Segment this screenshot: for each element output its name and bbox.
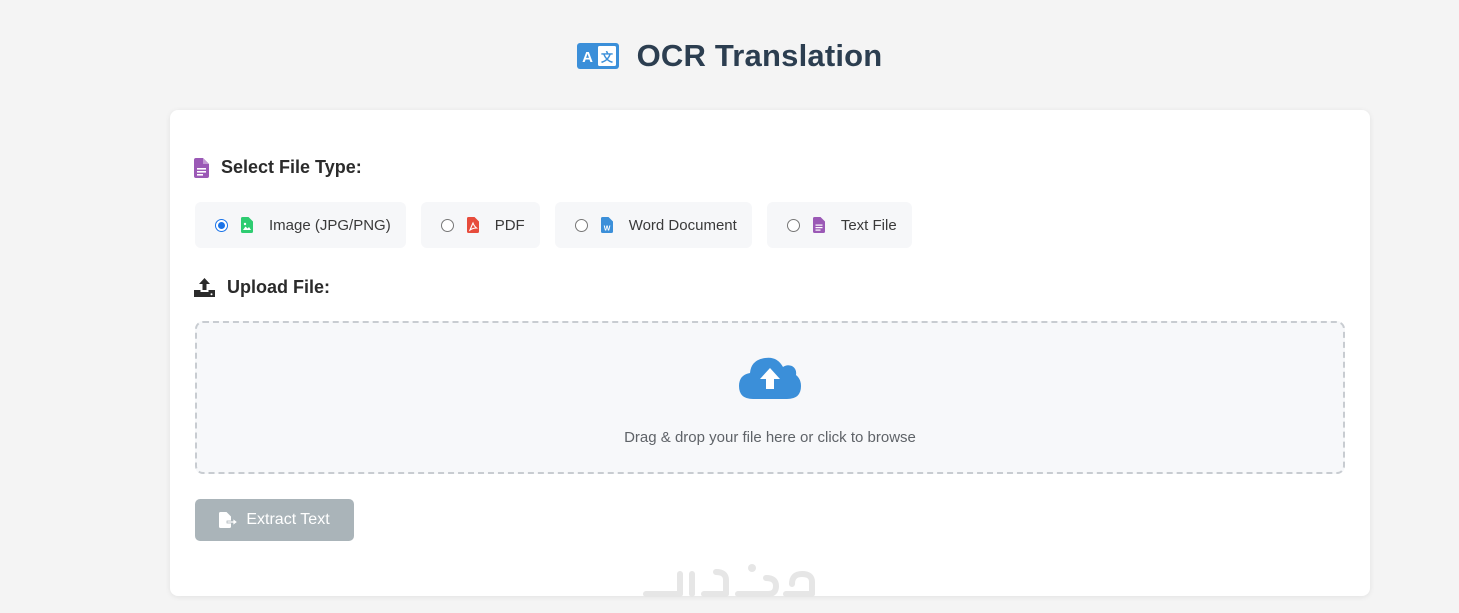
upload-file-text: Upload File: [227, 277, 330, 297]
file-dropzone[interactable]: Drag & drop your file here or click to b… [195, 321, 1345, 474]
svg-text:A: A [582, 49, 593, 66]
translate-icon: A 文 [576, 43, 619, 69]
option-pdf[interactable]: PDF [420, 202, 540, 248]
radio-word[interactable] [574, 218, 588, 232]
option-image-label: Image (JPG/PNG) [269, 216, 391, 234]
upload-file-label: Upload File: [194, 277, 330, 298]
option-word[interactable]: W Word Document [554, 202, 752, 248]
cloud-upload-icon [739, 357, 801, 399]
svg-text:文: 文 [601, 50, 614, 65]
page-header: A 文 OCR Translation [0, 36, 1459, 76]
option-image[interactable]: Image (JPG/PNG) [195, 202, 406, 248]
file-export-icon [219, 512, 239, 528]
upload-icon [194, 278, 215, 297]
page-title: OCR Translation [636, 38, 883, 73]
select-file-type-label: Select File Type: [194, 157, 362, 178]
extract-text-button[interactable]: Extract Text [195, 499, 354, 541]
option-text-label: Text File [840, 216, 897, 234]
option-text[interactable]: Text File [766, 202, 912, 248]
option-pdf-label: PDF [494, 216, 525, 234]
file-type-options: Image (JPG/PNG) PDF W Word Document Text… [195, 202, 912, 248]
svg-text:W: W [603, 226, 610, 233]
extract-text-label: Extract Text [246, 511, 330, 528]
radio-text[interactable] [786, 218, 800, 232]
radio-pdf[interactable] [440, 218, 454, 232]
watermark-logo [643, 564, 815, 597]
word-file-icon: W [600, 217, 613, 233]
text-file-icon [812, 217, 825, 233]
radio-image[interactable] [215, 218, 228, 232]
image-file-icon [241, 217, 253, 233]
file-icon [194, 157, 209, 178]
select-file-type-text: Select File Type: [221, 157, 362, 177]
dropzone-hint: Drag & drop your file here or click to b… [624, 429, 916, 446]
option-word-label: Word Document [628, 216, 737, 234]
pdf-file-icon [466, 217, 479, 233]
ocr-card: Select File Type: Image (JPG/PNG) PDF W … [170, 110, 1370, 596]
